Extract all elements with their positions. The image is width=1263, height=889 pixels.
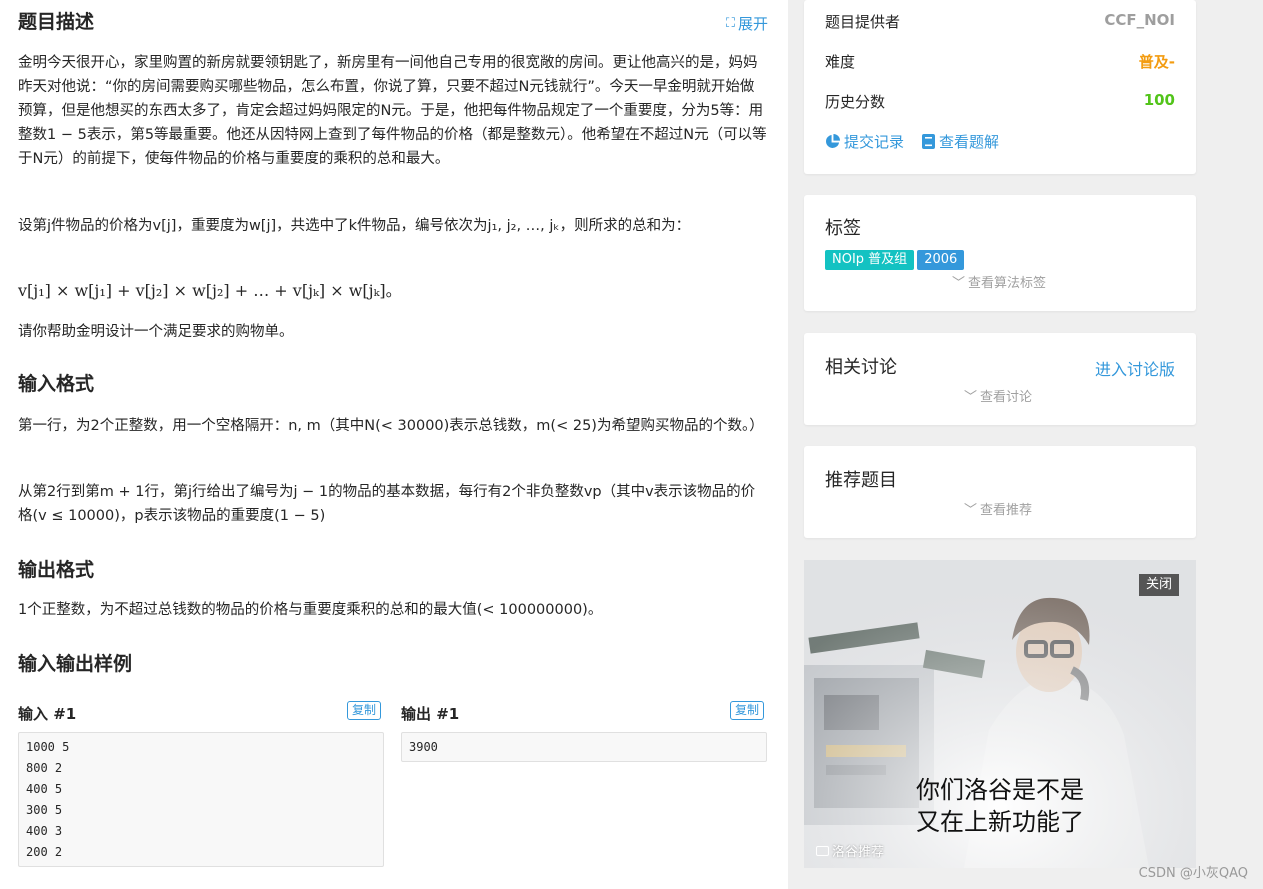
watermark: CSDN @小灰QAQ	[1138, 866, 1248, 881]
sample-input-label: 输入 #1	[18, 705, 77, 723]
copy-input-button[interactable]: 复制	[347, 701, 382, 720]
recommend-title: 推荐题目	[825, 470, 897, 491]
expand-button[interactable]: ⛶ 展开	[726, 12, 768, 36]
description-paragraph-1: 金明今天很开心，家里购置的新房就要领钥匙了，新房里有一间他自己专用的很宽敞的房间…	[18, 55, 767, 167]
provider-value[interactable]: CCF_NOI	[1104, 11, 1175, 32]
expand-icon: ⛶	[725, 16, 735, 31]
enter-discussion-link[interactable]: 进入讨论版	[1095, 356, 1175, 380]
description-title: 题目描述	[18, 11, 95, 33]
tag-list: NOIp 普及组 2006	[825, 248, 967, 270]
score-row: 历史分数 100	[825, 91, 1175, 112]
sample-title: 输入输出样例	[18, 653, 133, 675]
ad-caption-line-2: 又在上新功能了	[916, 808, 1084, 836]
output-format-title: 输出格式	[18, 559, 95, 581]
output-format-paragraph: 1个正整数，为不超过总钱数的物品的价格与重要度乘积的总和的最大值(< 10000…	[18, 602, 603, 618]
provider-label: 题目提供者	[825, 13, 901, 31]
chevron-down-icon: ﹀	[964, 503, 978, 518]
score-value: 100	[1143, 91, 1175, 109]
discussion-title: 相关讨论	[825, 357, 897, 378]
sample-output-box[interactable]: 3900	[401, 732, 767, 762]
show-discussion-link[interactable]: ﹀ 查看讨论	[964, 386, 1032, 405]
difficulty-value: 普及-	[1138, 53, 1175, 71]
sample-output-label: 输出 #1	[401, 705, 460, 723]
chevron-down-icon: ﹀	[964, 390, 978, 405]
formula: v[j₁] × w[j₁] + v[j₂] × w[j₂] + … + v[jₖ…	[18, 281, 402, 300]
ad-brand: 洛谷推荐	[816, 841, 884, 860]
book-icon	[922, 134, 936, 149]
copy-output-button[interactable]: 复制	[730, 701, 765, 720]
input-format-paragraph-1: 第一行，为2个正整数，用一个空格隔开：n, m（其中N(< 30000)表示总钱…	[18, 418, 764, 434]
input-format-title: 输入格式	[18, 373, 95, 395]
provider-row: 题目提供者 CCF_NOI	[825, 11, 1175, 32]
sample-input-box[interactable]: 1000 5 800 2 400 5 300 5 400 3 200 2	[18, 732, 384, 867]
tag-year[interactable]: 2006	[917, 250, 965, 270]
show-tags-link[interactable]: ﹀ 查看算法标签	[952, 272, 1046, 291]
tag-noip[interactable]: NOIp 普及组	[825, 250, 915, 270]
ad-close-button[interactable]: 关闭	[1139, 574, 1180, 596]
ad-icon	[816, 845, 829, 856]
difficulty-label: 难度	[825, 53, 856, 71]
solution-link[interactable]: 查看题解	[922, 131, 999, 152]
tags-title: 标签	[825, 218, 861, 239]
ad-caption: 你们洛谷是不是 又在上新功能了	[804, 774, 1196, 838]
recommend-card: 推荐题目 ﹀ 查看推荐	[804, 446, 1196, 538]
discussion-card: 相关讨论 进入讨论版 ﹀ 查看讨论	[804, 333, 1196, 425]
difficulty-row: 难度 普及-	[825, 51, 1175, 72]
submit-record-link[interactable]: 提交记录	[825, 131, 904, 152]
input-format-paragraph-2: 从第2行到第m + 1行，第j行给出了编号为j − 1的物品的基本数据，每行有2…	[18, 484, 756, 524]
score-label: 历史分数	[825, 93, 886, 111]
problem-panel: 题目描述 ⛶ 展开 金明今天很开心，家里购置的新房就要领钥匙了，新房里有一间他自…	[0, 0, 788, 889]
show-recommend-link[interactable]: ﹀ 查看推荐	[964, 499, 1032, 518]
ad-caption-line-1: 你们洛谷是不是	[916, 776, 1084, 804]
tags-card: 标签 NOIp 普及组 2006 ﹀ 查看算法标签	[804, 195, 1196, 311]
description-paragraph-3: 请你帮助金明设计一个满足要求的购物单。	[18, 324, 294, 340]
info-card: 题目提供者 CCF_NOI 难度 普及- 历史分数 100 提交记录 查看题解	[804, 0, 1196, 174]
description-paragraph-2: 设第j件物品的价格为v[j]，重要度为w[j]，共选中了k件物品，编号依次为j₁…	[18, 218, 691, 234]
chevron-down-icon: ﹀	[952, 276, 966, 291]
card-links: 提交记录 查看题解	[825, 131, 999, 152]
pie-chart-icon	[826, 134, 840, 148]
ad-banner[interactable]: 关闭 你们洛谷是不是 又在上新功能了 洛谷推荐	[804, 560, 1196, 868]
